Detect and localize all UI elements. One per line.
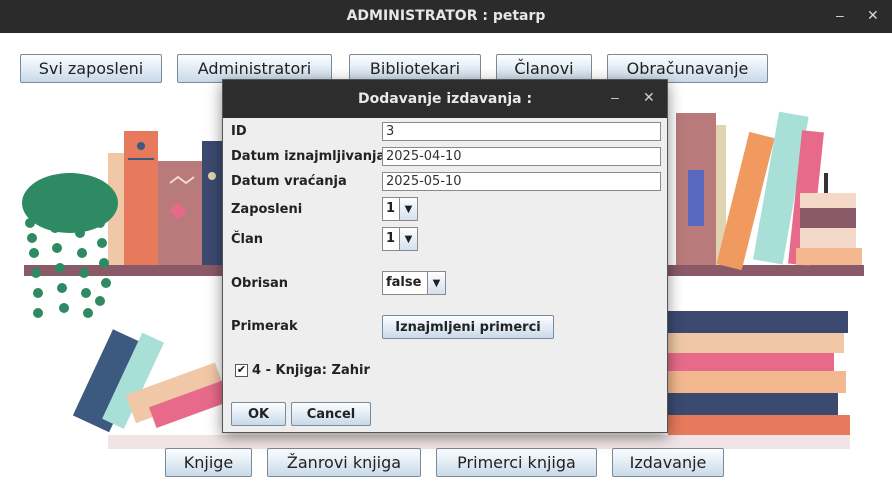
primerak-label: Primerak [231,319,298,334]
dialog-close-icon[interactable]: ✕ [643,89,655,106]
zanrovi-knjiga-button[interactable]: Žanrovi knjiga [267,448,421,477]
iznajmljeni-primerci-button[interactable]: Iznajmljeni primerci [382,315,554,339]
dodavanje-izdavanja-dialog: Dodavanje izdavanja : – ✕ ID 3 Datum izn… [222,79,668,433]
zaposleni-select-value: 1 [386,201,396,216]
knjige-button[interactable]: Knjige [165,448,252,477]
zaposleni-label: Zaposleni [231,202,303,217]
datum-iznajmljivanja-label: Datum iznajmljivanja [231,149,386,164]
obrisan-label: Obrisan [231,276,288,291]
primerci-knjiga-button[interactable]: Primerci knjiga [436,448,597,477]
chevron-down-icon[interactable]: ▼ [399,198,417,220]
datum-vracanja-label: Datum vraćanja [231,174,347,189]
clan-select-value: 1 [386,231,396,246]
minimize-icon[interactable]: – [836,7,844,23]
close-icon[interactable]: ✕ [867,7,879,24]
id-label: ID [231,124,247,139]
ok-button[interactable]: OK [231,402,286,426]
svi-zaposleni-button[interactable]: Svi zaposleni [20,54,162,83]
cancel-button[interactable]: Cancel [291,402,371,426]
datum-vracanja-field[interactable]: 2025-05-10 [382,172,661,191]
datum-iznajmljivanja-field[interactable]: 2025-04-10 [382,147,661,166]
dialog-titlebar: Dodavanje izdavanja : – ✕ [223,80,667,118]
chevron-down-icon[interactable]: ▼ [427,272,445,294]
chevron-down-icon[interactable]: ▼ [399,228,417,250]
obrisan-select-value: false [386,275,422,290]
zaposleni-select[interactable]: 1 ▼ [382,197,418,221]
window-title: ADMINISTRATOR : petarp [346,8,546,24]
id-field[interactable]: 3 [382,122,661,141]
izdavanje-button[interactable]: Izdavanje [612,448,724,477]
dialog-title: Dodavanje izdavanja : [357,91,533,107]
obrisan-select[interactable]: false ▼ [382,271,446,295]
knjiga-checkbox-label: 4 - Knjiga: Zahir [252,363,370,378]
knjiga-checkbox[interactable]: ✔ [235,364,248,377]
dialog-minimize-icon[interactable]: – [611,89,619,105]
clan-select[interactable]: 1 ▼ [382,227,418,251]
window-titlebar: ADMINISTRATOR : petarp – ✕ [0,0,892,33]
clan-label: Član [231,232,264,247]
